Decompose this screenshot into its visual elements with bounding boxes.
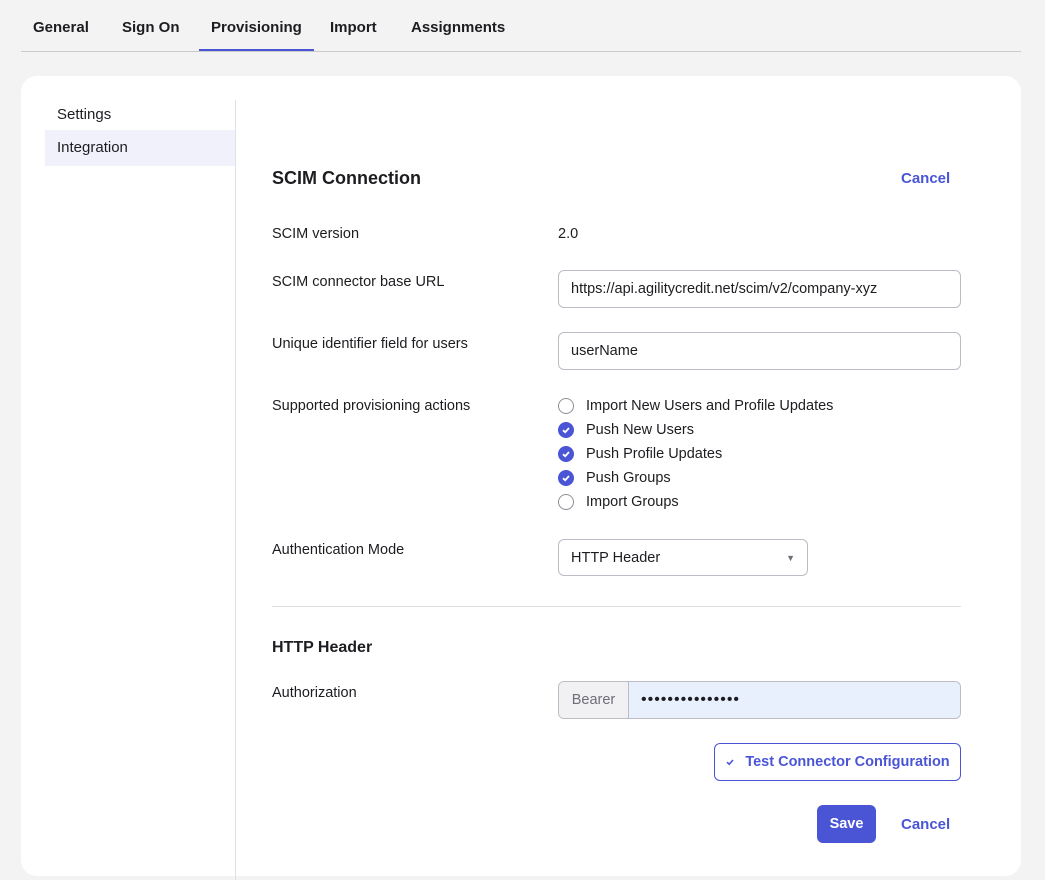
sidebar-divider [235, 100, 236, 880]
base-url-input[interactable] [558, 270, 961, 308]
tab-assignments[interactable]: Assignments [411, 19, 505, 36]
scim-version-label: SCIM version [272, 226, 360, 242]
checkbox-push-profile-updates[interactable] [558, 446, 574, 462]
section-divider [272, 606, 961, 607]
auth-mode-select[interactable]: HTTP Header ▼ [558, 539, 808, 576]
provisioning-actions-label: Supported provisioning actions [272, 398, 471, 414]
caret-down-icon: ▼ [786, 552, 795, 563]
http-header-title: HTTP Header [272, 639, 373, 656]
action-label: Push New Users [586, 422, 694, 438]
authorization-label: Authorization [272, 685, 357, 701]
authorization-token-input[interactable] [629, 682, 960, 718]
provisioning-panel: Settings Integration SCIM Connection Can… [21, 76, 1021, 880]
footer-cancel-button[interactable]: Cancel [901, 816, 950, 833]
auth-mode-label: Authentication Mode [272, 542, 405, 558]
action-import-groups[interactable]: Import Groups [558, 492, 679, 512]
authorization-field: Bearer [558, 681, 961, 719]
check-icon [725, 757, 735, 767]
tab-sign-on[interactable]: Sign On [122, 19, 180, 36]
base-url-label: SCIM connector base URL [272, 274, 445, 290]
action-import-new-users[interactable]: Import New Users and Profile Updates [558, 396, 833, 416]
action-label: Push Profile Updates [586, 446, 723, 462]
checkbox-import-new-users[interactable] [558, 398, 574, 414]
checkbox-push-new-users[interactable] [558, 422, 574, 438]
action-push-profile-updates[interactable]: Push Profile Updates [558, 444, 722, 464]
test-connector-label: Test Connector Configuration [745, 754, 950, 770]
save-button[interactable]: Save [817, 805, 876, 843]
action-label: Import New Users and Profile Updates [586, 398, 834, 414]
scim-connection-title: SCIM Connection [272, 168, 421, 188]
action-label: Push Groups [586, 470, 671, 486]
tab-import[interactable]: Import [330, 19, 377, 36]
tab-provisioning[interactable]: Provisioning [199, 19, 314, 51]
bearer-prefix: Bearer [559, 682, 629, 718]
action-push-groups[interactable]: Push Groups [558, 468, 671, 488]
action-push-new-users[interactable]: Push New Users [558, 420, 694, 440]
checkbox-push-groups[interactable] [558, 470, 574, 486]
sidebar-item-settings[interactable]: Settings [45, 97, 235, 133]
checkbox-import-groups[interactable] [558, 494, 574, 510]
tab-general[interactable]: General [33, 19, 89, 36]
tab-bar: General Sign On Provisioning Import Assi… [21, 0, 1021, 52]
action-label: Import Groups [586, 494, 679, 510]
scim-version-value: 2.0 [558, 226, 579, 242]
auth-mode-value: HTTP Header [571, 549, 661, 566]
unique-identifier-input[interactable] [558, 332, 961, 370]
header-cancel-button[interactable]: Cancel [901, 170, 950, 187]
unique-identifier-label: Unique identifier field for users [272, 336, 468, 352]
sidebar-item-integration[interactable]: Integration [45, 130, 235, 166]
test-connector-button[interactable]: Test Connector Configuration [714, 743, 961, 781]
